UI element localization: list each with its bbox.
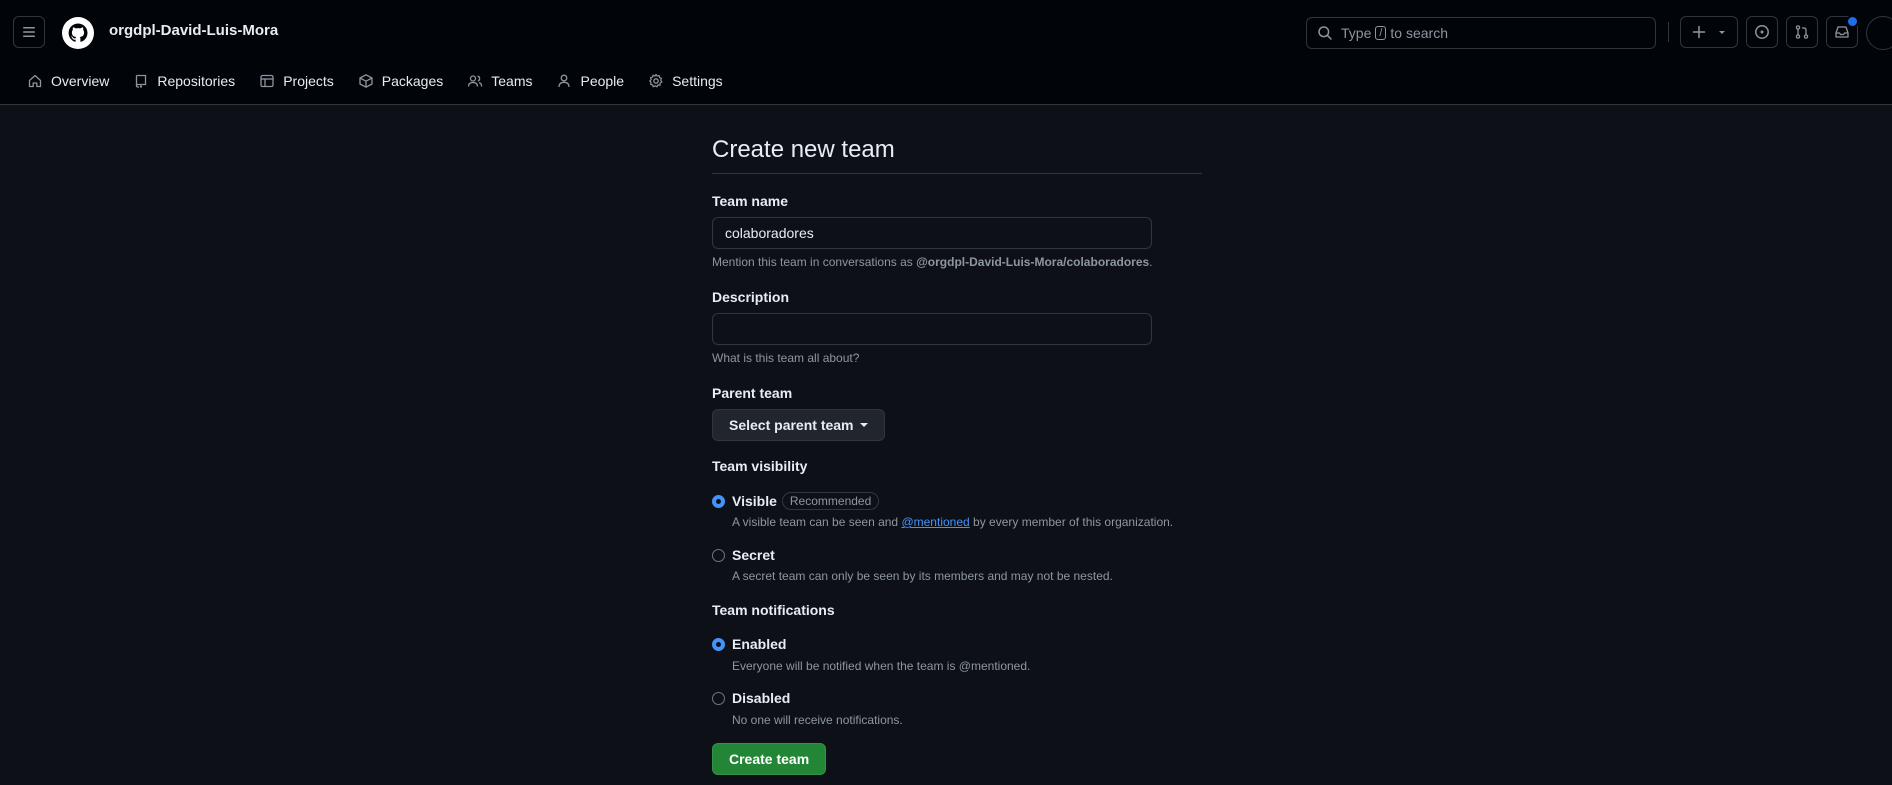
parent-team-label: Parent team	[712, 385, 793, 401]
team-name-label: Team name	[712, 193, 788, 209]
secret-note: A secret team can only be seen by its me…	[732, 569, 1113, 583]
header-divider	[1668, 22, 1669, 42]
tab-label: Overview	[51, 73, 110, 89]
plus-icon	[1692, 25, 1706, 39]
create-team-button[interactable]: Create team	[712, 743, 827, 775]
disabled-note: No one will receive notifications.	[732, 713, 903, 727]
tab-projects[interactable]: Projects	[251, 66, 342, 96]
top-bar: orgdpl-David-Luis-Mora Type / to search	[0, 0, 1892, 64]
tab-overview[interactable]: Overview	[19, 66, 117, 96]
tab-repositories[interactable]: Repositories	[125, 66, 243, 96]
select-parent-team-button[interactable]: Select parent team	[712, 409, 885, 441]
tab-label: Settings	[672, 73, 723, 89]
app-header: orgdpl-David-Luis-Mora Type / to search	[0, 0, 1892, 105]
tab-label: Packages	[381, 73, 444, 89]
recommended-badge: Recommended	[781, 492, 880, 510]
caret-down-icon	[859, 423, 868, 427]
select-parent-team-label: Select parent team	[729, 417, 854, 433]
people-icon	[467, 73, 483, 89]
visible-note: A visible team can be seen and @mentione…	[732, 515, 1173, 529]
tab-people[interactable]: People	[548, 66, 632, 96]
pull-requests-button[interactable]	[1786, 16, 1818, 48]
github-logo-icon[interactable]	[62, 17, 94, 49]
search-prefix: Type	[1341, 25, 1372, 41]
table-icon	[259, 73, 275, 89]
title-divider	[712, 173, 1202, 174]
notifications-enabled-option[interactable]: Enabled	[712, 636, 786, 652]
tab-label: People	[580, 73, 625, 89]
enabled-radio-label: Enabled	[732, 636, 787, 652]
notifications-disabled-option[interactable]: Disabled	[712, 690, 790, 706]
create-new-button[interactable]	[1680, 16, 1738, 48]
visible-note-prefix: A visible team can be seen and	[732, 515, 899, 529]
chevron-down-icon	[1719, 31, 1725, 34]
visibility-visible-option[interactable]: Visible Recommended	[712, 492, 880, 510]
issues-button[interactable]	[1746, 16, 1778, 48]
enabled-radio[interactable]	[712, 637, 725, 651]
enabled-note: Everyone will be notified when the team …	[732, 659, 1031, 673]
team-mention-handle: @orgdpl-David-Luis-Mora/colaboradores	[916, 255, 1150, 269]
visible-note-suffix: by every member of this organization.	[973, 515, 1174, 529]
team-visibility-label: Team visibility	[712, 458, 808, 474]
visible-radio[interactable]	[712, 494, 725, 508]
team-name-input[interactable]	[712, 217, 1152, 249]
package-icon	[358, 73, 374, 89]
search-icon	[1317, 25, 1333, 41]
page-title: Create new team	[712, 136, 895, 163]
description-label: Description	[712, 289, 790, 305]
hamburger-icon	[23, 27, 35, 37]
mentioned-link[interactable]: @mentioned	[901, 515, 969, 529]
search-shortcut-key: /	[1375, 26, 1387, 40]
home-icon	[27, 73, 43, 89]
person-icon	[556, 73, 572, 89]
tab-packages[interactable]: Packages	[350, 66, 451, 96]
gear-icon	[648, 73, 664, 89]
search-suffix: to search	[1390, 25, 1449, 41]
menu-button[interactable]	[13, 16, 45, 48]
tab-label: Repositories	[157, 73, 236, 89]
issue-opened-icon	[1755, 25, 1769, 39]
org-nav-tabs: Overview Repositories Projects Packages …	[19, 66, 739, 96]
secret-radio-label: Secret	[732, 547, 775, 563]
secret-radio[interactable]	[712, 548, 725, 562]
description-input[interactable]	[712, 313, 1152, 345]
inbox-button[interactable]	[1826, 15, 1859, 48]
git-pull-request-icon	[1795, 25, 1809, 39]
disabled-radio[interactable]	[712, 691, 725, 705]
repo-icon	[133, 73, 149, 89]
visible-radio-label: Visible	[732, 493, 777, 509]
search-input[interactable]: Type / to search	[1306, 17, 1656, 49]
tab-teams[interactable]: Teams	[459, 66, 540, 96]
team-name-note: Mention this team in conversations as @o…	[712, 255, 1153, 269]
team-notifications-label: Team notifications	[712, 602, 835, 618]
description-note: What is this team all about?	[712, 351, 860, 365]
avatar[interactable]	[1866, 16, 1892, 50]
team-name-note-prefix: Mention this team in conversations as	[712, 255, 913, 269]
notification-dot	[1846, 15, 1859, 28]
team-name-note-suffix: .	[1149, 255, 1153, 269]
tab-label: Teams	[491, 73, 533, 89]
visibility-secret-option[interactable]: Secret	[712, 547, 775, 563]
disabled-radio-label: Disabled	[732, 690, 791, 706]
tab-settings[interactable]: Settings	[640, 66, 731, 96]
org-name-link[interactable]: orgdpl-David-Luis-Mora	[109, 22, 278, 39]
tab-label: Projects	[283, 73, 334, 89]
